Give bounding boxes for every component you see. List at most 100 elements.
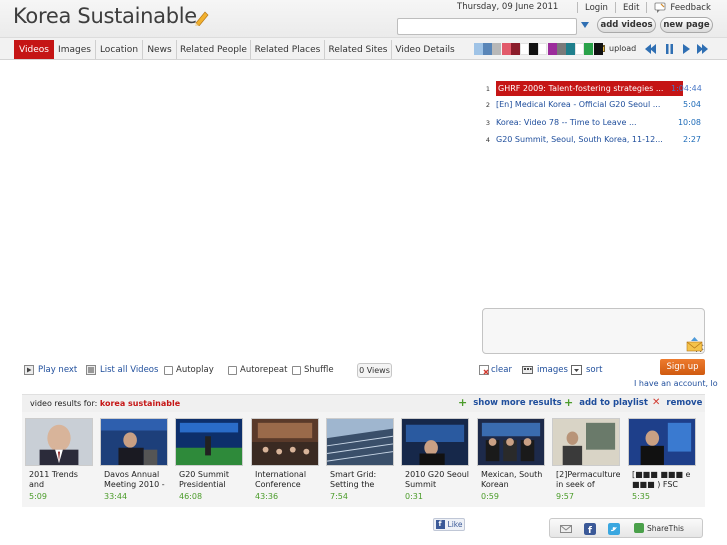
share-bar: f ShareThis bbox=[549, 518, 703, 538]
tab-location[interactable]: Location bbox=[96, 40, 143, 59]
sort-button[interactable]: sort bbox=[571, 364, 602, 376]
edit-link[interactable]: Edit bbox=[623, 3, 639, 13]
have-account-link[interactable]: I have an account, lo bbox=[634, 379, 727, 388]
add-to-playlist-button[interactable]: + add to playlist bbox=[564, 396, 648, 409]
video-thumbnail[interactable] bbox=[628, 418, 696, 466]
video-title[interactable]: Davos Annual Meeting 2010 - bbox=[104, 470, 168, 490]
upload-label: upload bbox=[609, 44, 637, 53]
autoplay-checkbox[interactable] bbox=[164, 365, 173, 375]
search-input[interactable] bbox=[397, 18, 577, 35]
playlist-item-title[interactable]: GHRF 2009: Talent-fostering strategies .… bbox=[496, 81, 683, 96]
theme-swatch[interactable] bbox=[538, 43, 548, 55]
video-thumbnail[interactable] bbox=[552, 418, 620, 466]
tab-related-places[interactable]: Related Places bbox=[251, 40, 325, 59]
fast-forward-icon[interactable] bbox=[697, 44, 708, 54]
tab-video-details[interactable]: Video Details bbox=[392, 40, 458, 59]
rewind-icon[interactable] bbox=[645, 44, 656, 54]
video-title[interactable]: International Conference P5/8, bbox=[255, 470, 319, 490]
video-title[interactable]: [■■■ ■■■ e ■■■ ) FSC bbox=[632, 470, 696, 490]
theme-swatch[interactable] bbox=[501, 43, 511, 55]
video-result[interactable]: International Conference P5/8, 43:36 bbox=[251, 418, 321, 508]
video-result[interactable]: [2]Permaculture-in seek of 9:57 bbox=[552, 418, 622, 508]
video-result[interactable]: Smart Grid: Setting the pace 7:54 bbox=[326, 418, 396, 508]
theme-swatch[interactable] bbox=[492, 43, 502, 55]
video-result[interactable]: [■■■ ■■■ e ■■■ ) FSC 5:35 bbox=[628, 418, 698, 508]
video-result[interactable]: Mexican, South Korean 0:59 bbox=[477, 418, 547, 508]
playlist-item[interactable]: 4 G20 Summit, Seoul, South Korea, 11-12.… bbox=[480, 132, 702, 147]
clear-button[interactable]: clear bbox=[479, 364, 512, 376]
video-thumbnail[interactable] bbox=[477, 418, 545, 466]
sharethis-button[interactable]: ShareThis bbox=[634, 523, 684, 533]
video-title[interactable]: 2011 Trends and Expectations—A bbox=[29, 470, 93, 490]
remove-results-button[interactable]: ✕ remove bbox=[652, 398, 702, 409]
sign-up-button[interactable]: Sign up bbox=[660, 359, 705, 375]
video-result[interactable]: G20 Summit Presidential 46:08 bbox=[175, 418, 245, 508]
video-thumbnail[interactable] bbox=[401, 418, 469, 466]
tab-news[interactable]: News bbox=[143, 40, 177, 59]
theme-swatch[interactable] bbox=[547, 43, 557, 55]
autorepeat-toggle[interactable]: Autorepeat bbox=[228, 364, 287, 376]
video-title[interactable]: 2010 G20 Seoul Summit bbox=[405, 470, 469, 490]
facebook-share-icon[interactable]: f bbox=[584, 523, 596, 535]
login-link[interactable]: Login bbox=[585, 3, 608, 13]
plus-icon: + bbox=[564, 396, 574, 409]
theme-swatch[interactable] bbox=[593, 43, 603, 55]
autorepeat-checkbox[interactable] bbox=[228, 365, 237, 375]
show-more-results-button[interactable]: + show more results bbox=[458, 397, 562, 408]
facebook-like-button[interactable]: f Like bbox=[433, 518, 465, 531]
new-page-button[interactable]: new page bbox=[660, 17, 713, 33]
shuffle-checkbox[interactable] bbox=[292, 365, 301, 375]
tab-related-sites[interactable]: Related Sites bbox=[325, 40, 392, 59]
site-title[interactable]: Korea Sustainable bbox=[13, 4, 197, 28]
autoplay-toggle[interactable]: Autoplay bbox=[164, 364, 214, 376]
video-thumbnail[interactable] bbox=[251, 418, 319, 466]
video-thumbnail[interactable] bbox=[175, 418, 243, 466]
video-player[interactable] bbox=[20, 72, 475, 357]
playlist-item[interactable]: 3 Korea: Video 78 -- Time to Leave ... 1… bbox=[480, 115, 702, 130]
theme-swatch[interactable] bbox=[556, 43, 566, 55]
email-share-icon[interactable] bbox=[560, 523, 572, 535]
theme-swatch[interactable] bbox=[575, 43, 585, 55]
theme-swatch[interactable] bbox=[584, 43, 594, 55]
playlist-item[interactable]: 2 [En] Medical Korea - Official G20 Seou… bbox=[480, 97, 702, 112]
playlist-item-title[interactable]: [En] Medical Korea - Official G20 Seoul … bbox=[496, 100, 666, 109]
video-result[interactable]: 2010 G20 Seoul Summit 0:31 bbox=[401, 418, 471, 508]
video-thumbnail[interactable] bbox=[100, 418, 168, 466]
theme-swatch[interactable] bbox=[520, 43, 529, 55]
add-videos-button[interactable]: add videos bbox=[597, 17, 656, 33]
edit-pencil-icon[interactable] bbox=[193, 9, 210, 26]
play-icon[interactable] bbox=[681, 44, 692, 54]
video-title[interactable]: Mexican, South Korean bbox=[481, 470, 545, 490]
theme-swatch[interactable] bbox=[510, 43, 520, 55]
email-icon[interactable] bbox=[686, 337, 703, 352]
playlist-item[interactable]: 1 GHRF 2009: Talent-fostering strategies… bbox=[480, 81, 702, 96]
twitter-share-icon[interactable] bbox=[608, 523, 620, 535]
video-thumbnail[interactable] bbox=[25, 418, 93, 466]
chevron-down-icon[interactable] bbox=[581, 22, 589, 28]
theme-swatch[interactable] bbox=[566, 43, 575, 55]
autoplay-label: Autoplay bbox=[176, 365, 214, 375]
video-result[interactable]: Davos Annual Meeting 2010 - 33:44 bbox=[100, 418, 170, 508]
results-label: video results for: korea sustainable bbox=[30, 399, 180, 408]
tab-related-people[interactable]: Related People bbox=[177, 40, 251, 59]
sharethis-label: ShareThis bbox=[647, 523, 684, 533]
video-thumbnail[interactable] bbox=[326, 418, 394, 466]
comment-textarea[interactable] bbox=[482, 308, 705, 354]
playlist-item-title[interactable]: G20 Summit, Seoul, South Korea, 11-12... bbox=[496, 135, 666, 144]
tab-images[interactable]: Images bbox=[54, 40, 96, 59]
theme-swatch[interactable] bbox=[529, 43, 539, 55]
video-title[interactable]: Smart Grid: Setting the pace bbox=[330, 470, 394, 490]
theme-swatch[interactable] bbox=[474, 43, 483, 55]
feedback-link[interactable]: Feedback bbox=[670, 3, 710, 13]
theme-swatch[interactable] bbox=[483, 43, 493, 55]
list-all-videos-button[interactable]: List all Videos bbox=[86, 364, 158, 376]
play-next-button[interactable]: Play next bbox=[24, 364, 77, 376]
video-result[interactable]: 2011 Trends and Expectations—A 5:09 bbox=[25, 418, 95, 508]
shuffle-toggle[interactable]: Shuffle bbox=[292, 364, 334, 376]
video-title[interactable]: G20 Summit Presidential bbox=[179, 470, 243, 490]
playlist-item-title[interactable]: Korea: Video 78 -- Time to Leave ... bbox=[496, 118, 666, 127]
pause-icon[interactable] bbox=[664, 44, 675, 54]
tab-videos[interactable]: Videos bbox=[14, 40, 54, 59]
video-title[interactable]: [2]Permaculture-in seek of bbox=[556, 470, 620, 490]
images-button[interactable]: images bbox=[522, 364, 568, 376]
